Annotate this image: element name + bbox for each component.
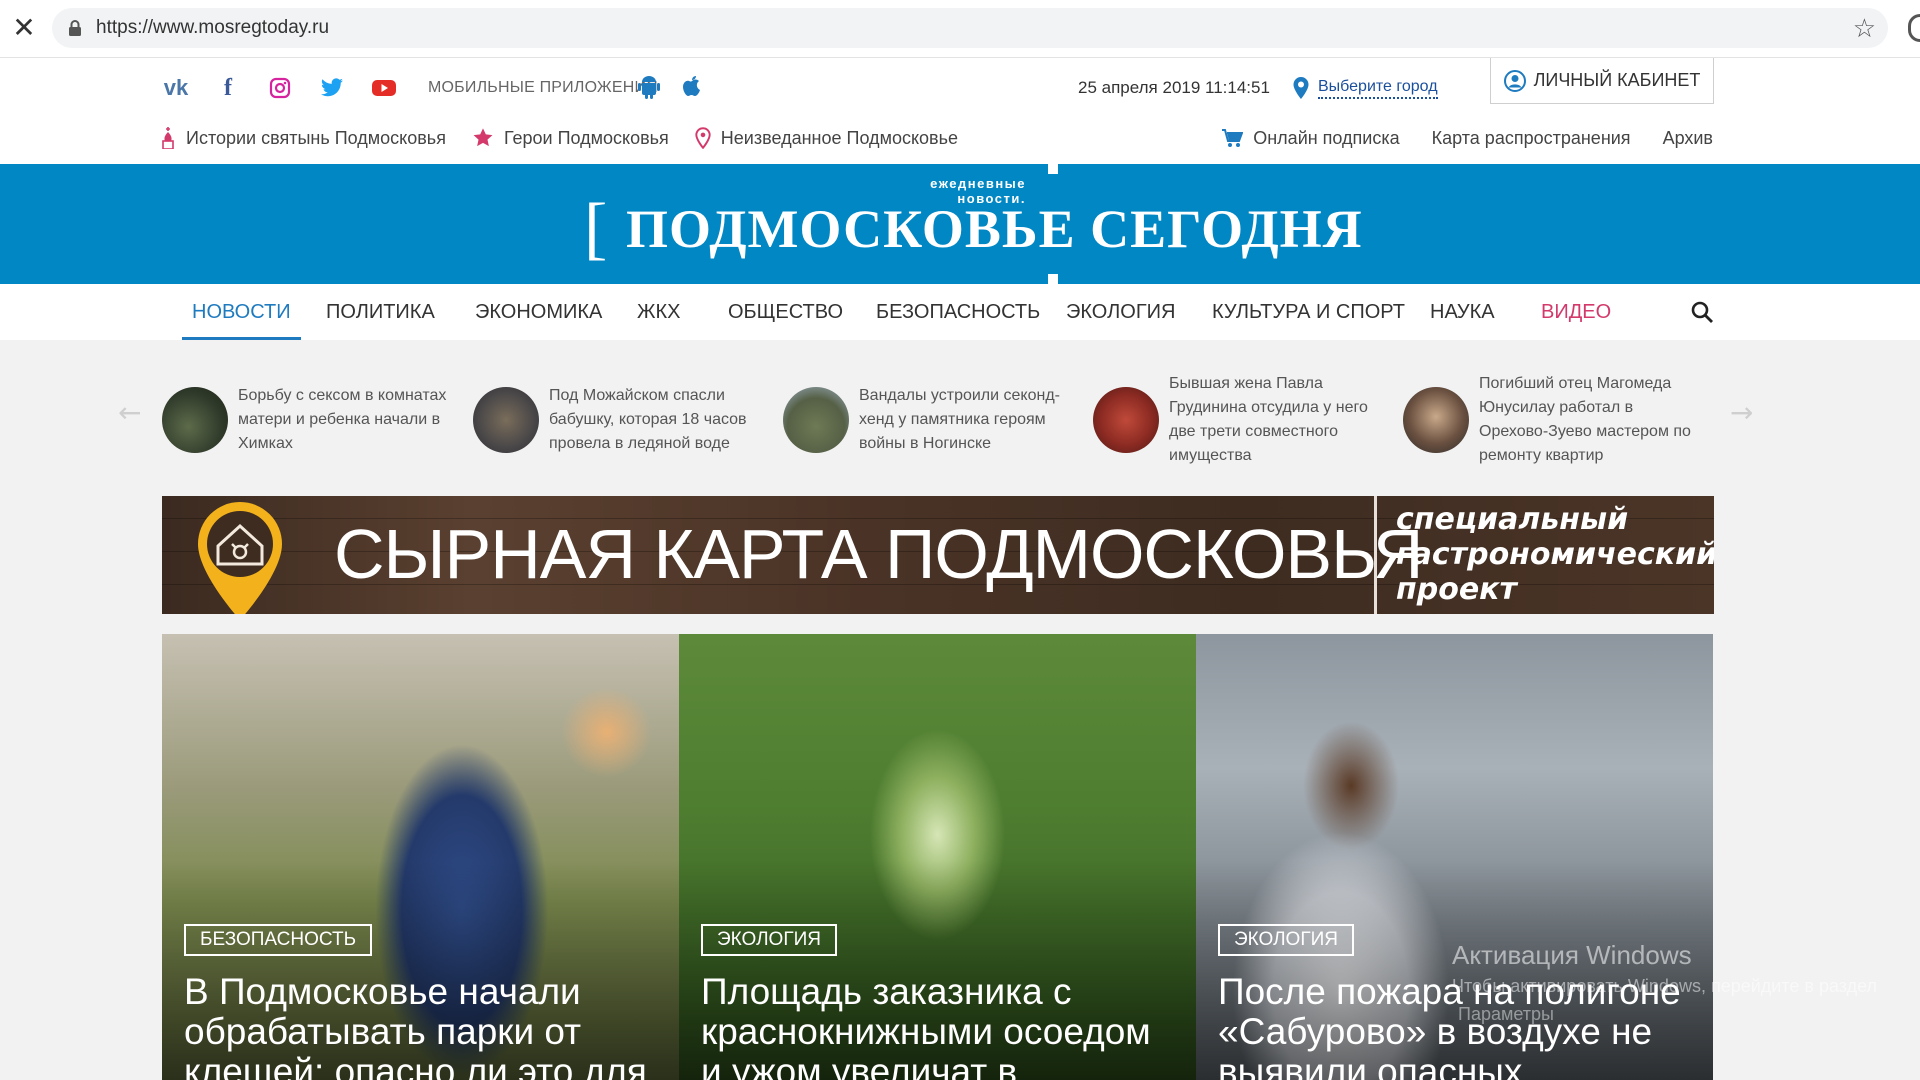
user-icon bbox=[1503, 69, 1526, 92]
link-heroes[interactable]: Герои Подмосковья bbox=[472, 127, 669, 149]
news-title[interactable]: Бывшая жена Павла Грудинина отсудила у н… bbox=[1169, 372, 1393, 468]
link-online-subscription[interactable]: Онлайн подписка bbox=[1221, 128, 1400, 149]
personal-cabinet-button[interactable]: ЛИЧНЫЙ КАБИНЕТ bbox=[1490, 58, 1714, 104]
carousel-item[interactable]: Вандалы устроили секонд-хенд у памятника… bbox=[783, 370, 1083, 470]
carousel-item[interactable]: Бывшая жена Павла Грудинина отсудила у н… bbox=[1093, 364, 1393, 476]
special-projects-links: Истории святынь Подмосковья Герои Подмос… bbox=[160, 120, 958, 156]
banner-title: СЫРНАЯ КАРТА ПОДМОСКОВЬЯ bbox=[334, 515, 1423, 593]
nav-item-ecology[interactable]: ЭКОЛОГИЯ bbox=[1066, 284, 1175, 340]
nav-item-news[interactable]: НОВОСТИ bbox=[182, 284, 301, 340]
news-title[interactable]: Под Можайском спасли бабушку, которая 18… bbox=[549, 384, 773, 456]
instagram-icon[interactable] bbox=[264, 72, 296, 104]
carousel-item[interactable]: Борьбу с сексом в комнатах матери и ребе… bbox=[162, 370, 462, 470]
cabinet-label[interactable]: ЛИЧНЫЙ КАБИНЕТ bbox=[1534, 70, 1701, 91]
featured-card[interactable]: БЕЗОПАСНОСТЬ В Подмосковье начали обраба… bbox=[162, 634, 679, 1080]
service-links: Онлайн подписка Карта распространения Ар… bbox=[1221, 120, 1713, 156]
location-pin-icon bbox=[1293, 77, 1309, 99]
card-category-tag[interactable]: ЭКОЛОГИЯ bbox=[701, 924, 837, 956]
logo-title[interactable]: ПОДМОСКОВЬЕ СЕГОДНЯ bbox=[626, 194, 1363, 264]
lock-icon bbox=[69, 20, 81, 36]
card-category-tag[interactable]: ЭКОЛОГИЯ bbox=[1218, 924, 1354, 956]
nav-item-video[interactable]: ВИДЕО bbox=[1541, 284, 1611, 340]
link-distribution-map[interactable]: Карта распространения bbox=[1432, 128, 1631, 149]
facebook-icon[interactable]: f bbox=[212, 72, 244, 104]
cheese-map-banner[interactable]: СЫРНАЯ КАРТА ПОДМОСКОВЬЯ специальный гас… bbox=[162, 496, 1714, 614]
star-icon bbox=[473, 128, 493, 147]
carousel-next-icon[interactable]: → bbox=[1730, 396, 1753, 429]
social-links: vk f bbox=[160, 70, 400, 106]
nav-item-society[interactable]: ОБЩЕСТВО bbox=[728, 284, 843, 340]
banner-subtitle: специальный гастрономический проект bbox=[1396, 502, 1714, 607]
news-thumbnail bbox=[1403, 387, 1469, 453]
carousel-prev-icon[interactable]: ← bbox=[118, 396, 141, 429]
church-icon bbox=[162, 127, 174, 149]
main-nav: НОВОСТИ ПОЛИТИКА ЭКОНОМИКА ЖКХ ОБЩЕСТВО … bbox=[0, 284, 1920, 340]
logo-tick bbox=[1048, 164, 1058, 174]
link-unexplored[interactable]: Неизведанное Подмосковье bbox=[695, 127, 958, 149]
card-headline[interactable]: Площадь заказника с краснокнижными осоед… bbox=[701, 972, 1181, 1080]
featured-card[interactable]: ЭКОЛОГИЯ После пожара на полигоне «Сабур… bbox=[1196, 634, 1713, 1080]
date-time: 25 апреля 2019 11:14:51 bbox=[1078, 78, 1270, 97]
news-thumbnail bbox=[162, 387, 228, 453]
logo-tick bbox=[1048, 274, 1058, 284]
bookmark-star-icon[interactable]: ☆ bbox=[1853, 14, 1876, 44]
search-icon[interactable] bbox=[1690, 300, 1714, 324]
nav-item-politics[interactable]: ПОЛИТИКА bbox=[326, 284, 435, 340]
news-title[interactable]: Погибший отец Магомеда Юнусилау работал … bbox=[1479, 372, 1703, 468]
logo-banner[interactable]: [ ежедневные новости. ПОДМОСКОВЬЕ СЕГОДН… bbox=[0, 164, 1920, 284]
cheese-farm-pin-icon bbox=[198, 502, 282, 614]
carousel-item[interactable]: Погибший отец Магомеда Юнусилау работал … bbox=[1403, 364, 1703, 476]
location-pin-icon bbox=[695, 127, 711, 149]
mobile-apps-label: МОБИЛЬНЫЕ ПРИЛОЖЕНИЯ bbox=[428, 79, 658, 96]
url-text[interactable]: https://www.mosregtoday.ru bbox=[96, 8, 329, 48]
site-topbar: vk f МОБИЛЬНЫЕ ПРИЛОЖЕНИЯ 25 апреля 2019… bbox=[0, 58, 1920, 164]
link-shrines-history[interactable]: Истории святынь Подмосковья bbox=[160, 127, 446, 149]
android-icon[interactable] bbox=[637, 74, 661, 100]
link-label[interactable]: Неизведанное Подмосковье bbox=[721, 128, 958, 149]
apple-icon[interactable] bbox=[680, 74, 704, 100]
twitter-icon[interactable] bbox=[316, 72, 348, 104]
nav-item-culture-sport[interactable]: КУЛЬТУРА И СПОРТ bbox=[1212, 284, 1405, 340]
news-title[interactable]: Вандалы устроили секонд-хенд у памятника… bbox=[859, 384, 1083, 456]
news-carousel: ← Борьбу с сексом в комнатах матери и ре… bbox=[0, 340, 1920, 488]
link-archive[interactable]: Архив bbox=[1663, 128, 1713, 149]
city-label[interactable]: Выберите город bbox=[1318, 77, 1438, 99]
news-thumbnail bbox=[783, 387, 849, 453]
close-icon[interactable]: ✕ bbox=[10, 14, 38, 42]
cart-icon bbox=[1222, 129, 1244, 147]
link-label[interactable]: Истории святынь Подмосковья bbox=[186, 128, 446, 149]
logo-bracket: [ bbox=[584, 190, 608, 267]
nav-item-security[interactable]: БЕЗОПАСНОСТЬ bbox=[876, 284, 1040, 340]
vk-icon[interactable]: vk bbox=[160, 72, 192, 104]
youtube-icon[interactable] bbox=[368, 72, 400, 104]
news-thumbnail bbox=[1093, 387, 1159, 453]
news-thumbnail bbox=[473, 387, 539, 453]
windows-activation-link: Параметры bbox=[1458, 1004, 1554, 1024]
nav-item-housing[interactable]: ЖКХ bbox=[637, 284, 680, 340]
featured-card[interactable]: ЭКОЛОГИЯ Площадь заказника с краснокнижн… bbox=[679, 634, 1196, 1080]
link-label[interactable]: Онлайн подписка bbox=[1253, 128, 1399, 149]
windows-activation-text: Чтобы активировать Windows, перейдите в … bbox=[1452, 976, 1878, 996]
link-label[interactable]: Герои Подмосковья bbox=[504, 128, 669, 149]
nav-item-economy[interactable]: ЭКОНОМИКА bbox=[475, 284, 602, 340]
city-selector[interactable]: Выберите город bbox=[1292, 70, 1438, 106]
news-title[interactable]: Борьбу с сексом в комнатах матери и ребе… bbox=[238, 384, 462, 456]
card-category-tag[interactable]: БЕЗОПАСНОСТЬ bbox=[184, 924, 373, 956]
profile-icon[interactable] bbox=[1908, 14, 1920, 42]
address-bar[interactable]: https://www.mosregtoday.ru ☆ bbox=[52, 8, 1888, 48]
banner-separator bbox=[1374, 496, 1377, 614]
windows-activation-title: Активация Windows bbox=[1452, 940, 1692, 970]
carousel-item[interactable]: Под Можайском спасли бабушку, которая 18… bbox=[473, 370, 773, 470]
browser-toolbar: ✕ https://www.mosregtoday.ru ☆ bbox=[0, 0, 1920, 58]
nav-item-science[interactable]: НАУКА bbox=[1430, 284, 1495, 340]
card-headline[interactable]: В Подмосковье начали обрабатывать парки … bbox=[184, 972, 664, 1080]
